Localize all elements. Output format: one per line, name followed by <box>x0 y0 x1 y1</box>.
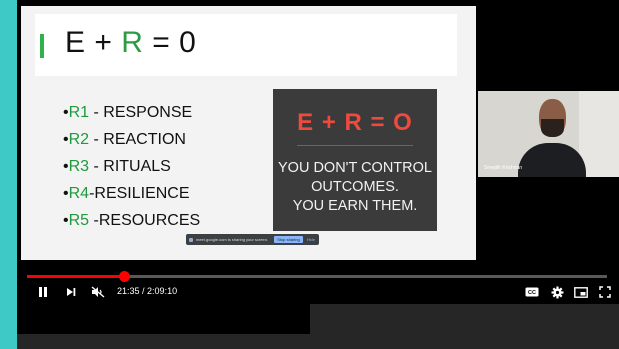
presenter-beard <box>541 119 564 137</box>
player-controls: 21:35 / 2:09:10 CC <box>17 283 619 301</box>
mute-icon[interactable] <box>89 283 107 301</box>
presenter-name: Sreejith Krishnan <box>484 165 523 171</box>
item-code: R5 <box>68 212 90 229</box>
progress-bar[interactable] <box>27 271 607 282</box>
list-item: •R3 - RITUALS <box>63 158 171 175</box>
callout-line: YOU DON'T CONTROL <box>278 160 432 176</box>
video-player[interactable]: E + R = 0 •R1 - RESPONSE •R2 - REACTION … <box>17 0 619 349</box>
quote-callout: E + R = O YOU DON'T CONTROL OUTCOMES. YO… <box>273 89 437 231</box>
item-text: -RESILIENCE <box>89 185 190 202</box>
webcam-background <box>579 91 619 177</box>
hide-button[interactable]: Hide <box>307 237 315 242</box>
presentation-slide: E + R = 0 •R1 - RESPONSE •R2 - REACTION … <box>21 6 476 260</box>
title-e: E <box>65 26 86 59</box>
webcam-feed: Sreejith Krishnan <box>478 91 619 177</box>
screen-share-bar: meet.google.com is sharing your screen. … <box>186 234 319 245</box>
pause-icon[interactable] <box>35 283 51 301</box>
item-code: R1 <box>68 104 90 121</box>
share-icon <box>189 237 193 242</box>
captions-icon[interactable]: CC <box>524 283 540 301</box>
title-accent-bar <box>40 34 44 58</box>
next-icon[interactable] <box>63 283 79 301</box>
dark-overlay <box>17 304 310 334</box>
item-text: -RESOURCES <box>89 212 201 229</box>
list-item: •R2 - REACTION <box>63 131 186 148</box>
time-display: 21:35 / 2:09:10 <box>117 286 177 296</box>
callout-message: YOU DON'T CONTROL OUTCOMES. YOU EARN THE… <box>273 159 437 216</box>
duration: 2:09:10 <box>147 286 178 296</box>
title-equals: = 0 <box>152 26 197 59</box>
item-text: - RITUALS <box>89 158 171 175</box>
current-time: 21:35 <box>117 286 140 296</box>
callout-equation: E + R = O <box>297 109 413 136</box>
title-r: R <box>121 26 144 59</box>
settings-icon[interactable] <box>549 283 565 301</box>
stop-sharing-button[interactable]: Stop sharing <box>274 236 303 243</box>
callout-line: YOU EARN THEM. <box>292 198 418 214</box>
list-item: •R5 -RESOURCES <box>63 212 201 229</box>
slide-title: E + R = 0 <box>65 26 196 60</box>
list-item: •R1 - RESPONSE <box>63 104 193 121</box>
svg-text:CC: CC <box>528 290 536 296</box>
item-code: R3 <box>68 158 90 175</box>
miniplayer-icon[interactable] <box>573 283 589 301</box>
item-code: R4 <box>68 185 90 202</box>
slide-title-box: E + R = 0 <box>35 14 457 76</box>
title-plus: + <box>94 26 113 59</box>
progress-scrubber[interactable] <box>118 271 130 282</box>
item-text: - RESPONSE <box>89 104 193 121</box>
callout-line: OUTCOMES. <box>311 179 399 195</box>
list-item: •R4-RESILIENCE <box>63 185 190 202</box>
callout-divider <box>297 145 413 146</box>
share-message: meet.google.com is sharing your screen. <box>196 237 269 242</box>
presenter-body <box>518 143 586 177</box>
time-separator: / <box>139 286 148 296</box>
fullscreen-icon[interactable] <box>597 283 613 301</box>
progress-played <box>27 275 124 278</box>
item-code: R2 <box>68 131 90 148</box>
item-text: - REACTION <box>89 131 186 148</box>
r-list: •R1 - RESPONSE •R2 - REACTION •R3 - RITU… <box>63 99 200 234</box>
